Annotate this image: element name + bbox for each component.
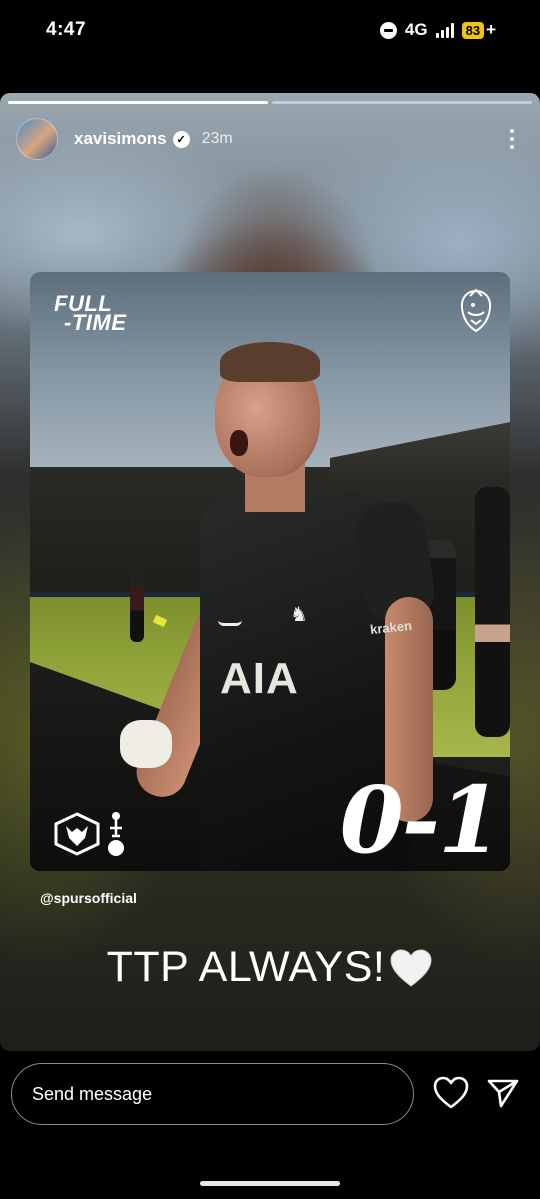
full-time-title: FULL -TIME [54, 293, 127, 335]
reply-bar: Send message [0, 1051, 540, 1199]
club-crest-icon: ♞ [290, 604, 308, 626]
battery-charging-icon: + [486, 20, 496, 39]
story-progress-segment [8, 101, 268, 104]
heart-like-icon[interactable] [432, 1075, 470, 1111]
player-mouth [230, 430, 248, 456]
do-not-disturb-icon [379, 21, 397, 39]
background-player [475, 487, 510, 737]
story-viewer[interactable]: xavisimons ✓ 23m ♞ AIA kraken FULL -TIME… [0, 93, 540, 1051]
kit-logo-icon [218, 620, 242, 626]
username[interactable]: xavisimons [74, 129, 167, 149]
status-indicators: 4G 83 + [379, 20, 496, 40]
spurs-badge-icon [108, 812, 124, 856]
shirt-sponsor: AIA [220, 654, 299, 703]
story-header: xavisimons ✓ 23m [16, 117, 524, 161]
more-options-icon[interactable] [500, 124, 524, 154]
verified-badge-icon: ✓ [172, 130, 190, 148]
network-type: 4G [404, 20, 428, 39]
player-hair [220, 342, 320, 382]
battery-level: 83 [461, 21, 485, 39]
white-heart-icon [390, 948, 432, 987]
mention-sticker[interactable]: @spursofficial [40, 890, 137, 906]
story-progress-bar [8, 101, 532, 104]
send-message-placeholder: Send message [32, 1083, 153, 1104]
caption-text: TTP ALWAYS! [106, 943, 386, 991]
match-score: 0-1 [339, 766, 502, 871]
shared-post-card[interactable]: ♞ AIA kraken FULL -TIME 0-1 [30, 272, 510, 871]
avatar[interactable] [16, 118, 58, 160]
signal-strength-icon [435, 22, 454, 38]
timestamp: 23m [201, 130, 233, 147]
status-time: 4:47 [46, 19, 87, 40]
premier-league-lion-icon [460, 288, 492, 333]
progress-fill [8, 101, 268, 104]
story-caption: TTP ALWAYS! [0, 943, 540, 992]
player-fist [120, 720, 172, 768]
status-bar: 4:47 4G 83 + [0, 0, 540, 62]
battery-indicator: 83 + [461, 20, 496, 40]
send-share-icon[interactable] [486, 1077, 520, 1109]
home-indicator[interactable] [200, 1181, 340, 1186]
wolves-badge-icon [54, 812, 100, 856]
full-time-line2: -TIME [64, 310, 127, 335]
story-progress-segment [272, 101, 532, 104]
send-message-input[interactable]: Send message [11, 1063, 414, 1125]
